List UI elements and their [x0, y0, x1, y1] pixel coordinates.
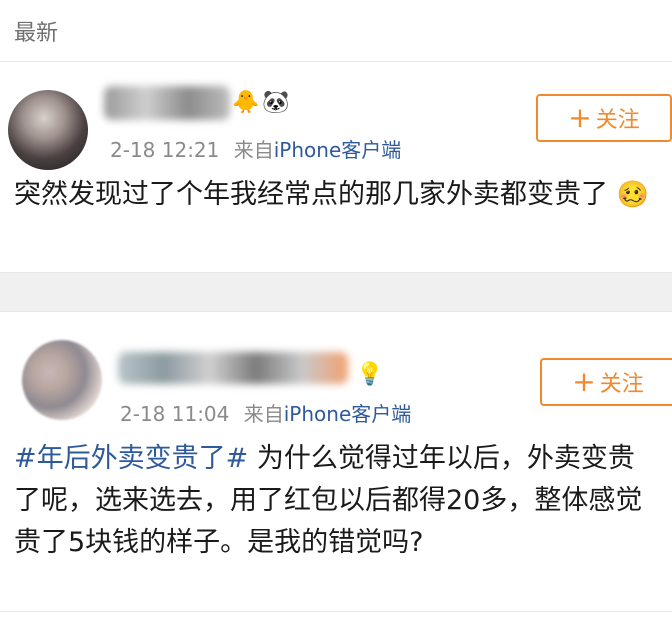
username-blurred[interactable]: [104, 86, 230, 120]
post-text[interactable]: #年后外卖变贵了# 为什么觉得过年以后，外卖变贵了呢，选来选去，用了红包以后都得…: [14, 438, 658, 564]
plus-icon: +: [572, 365, 596, 398]
post-time: 2-18 11:04: [120, 402, 230, 426]
post-source[interactable]: iPhone客户端: [284, 402, 412, 426]
post-source[interactable]: iPhone客户端: [274, 138, 402, 162]
follow-label: 关注: [595, 108, 640, 133]
post-source-prefix: 来自: [243, 402, 284, 426]
follow-button[interactable]: + 关注: [536, 94, 672, 142]
follow-label: 关注: [599, 372, 644, 397]
feed-page: 最新 🐥 🐼 2-18 12:21 来自iPhone客户端 + 关注 突然发现过…: [0, 0, 672, 632]
post-time: 2-18 12:21: [110, 138, 220, 162]
post-meta: 2-18 11:04 来自iPhone客户端: [120, 398, 411, 427]
post-card[interactable]: 💡 2-18 11:04 来自iPhone客户端 + 关注 #年后外卖变贵了# …: [0, 312, 672, 612]
lightbulb-badge-icon: 💡: [356, 362, 384, 387]
post-body: 突然发现过了个年我经常点的那几家外卖都变贵了: [14, 179, 608, 210]
duck-badge-icon: 🐥: [232, 90, 260, 115]
plus-icon: +: [568, 101, 592, 134]
post-meta: 2-18 12:21 来自iPhone客户端: [110, 134, 401, 163]
post-text[interactable]: 突然发现过了个年我经常点的那几家外卖都变贵了 🥴: [14, 174, 658, 216]
panda-badge-icon: 🐼: [262, 90, 290, 115]
avatar[interactable]: [8, 90, 88, 170]
post-source-prefix: 来自: [233, 138, 274, 162]
follow-button[interactable]: + 关注: [540, 358, 672, 406]
post-card[interactable]: 🐥 🐼 2-18 12:21 来自iPhone客户端 + 关注 突然发现过了个年…: [0, 62, 672, 272]
username-blurred[interactable]: [118, 352, 348, 384]
hashtag-link[interactable]: #年后外卖变贵了#: [14, 443, 248, 474]
section-title: 最新: [14, 20, 59, 46]
avatar[interactable]: [22, 340, 102, 420]
divider: [0, 611, 672, 612]
section-header: 最新: [0, 0, 672, 62]
emoji-icon: 🥴: [616, 180, 649, 210]
feed-divider: [0, 272, 672, 312]
